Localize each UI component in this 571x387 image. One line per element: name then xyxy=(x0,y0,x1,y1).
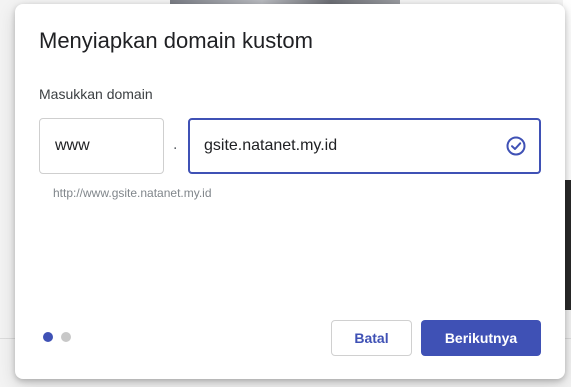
step-indicator xyxy=(43,332,71,342)
cancel-button[interactable]: Batal xyxy=(331,320,412,356)
subdomain-value: www xyxy=(55,137,90,154)
domain-input[interactable]: gsite.natanet.my.id xyxy=(188,118,541,174)
domain-field-label: Masukkan domain xyxy=(39,86,153,102)
step-dot-1 xyxy=(43,332,53,342)
step-dot-2 xyxy=(61,332,71,342)
domain-separator: . xyxy=(173,136,178,153)
domain-value: gsite.natanet.my.id xyxy=(204,137,338,154)
subdomain-input[interactable]: www xyxy=(39,118,164,174)
next-button[interactable]: Berikutnya xyxy=(421,320,541,356)
domain-url-preview: http://www.gsite.natanet.my.id xyxy=(53,186,212,200)
custom-domain-dialog: Menyiapkan domain kustom Masukkan domain… xyxy=(15,4,565,379)
check-circle-icon xyxy=(505,135,527,157)
dialog-title: Menyiapkan domain kustom xyxy=(39,28,313,53)
